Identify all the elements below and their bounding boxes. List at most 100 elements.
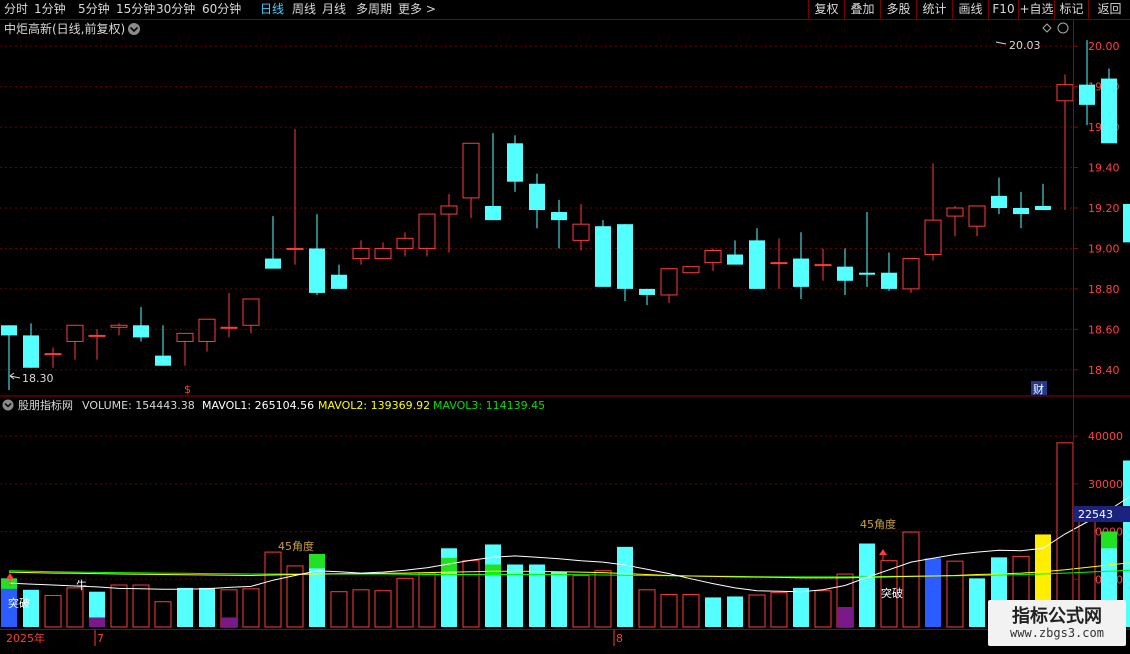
volume-bar-23[interactable] [507, 564, 523, 627]
price-tick-6: 18.80 [1088, 283, 1120, 296]
period-tab-10[interactable]: 更多 > [398, 0, 436, 19]
period-toolbar: 分时 1分钟 5分钟 15分钟 30分钟 60分钟 日线 周线 月线 多周期 更多 > 复权 叠加 多股… [0, 0, 1130, 20]
volume-bar-6[interactable] [132, 584, 150, 628]
candle-31[interactable] [682, 266, 700, 274]
candle-50[interactable] [1101, 68, 1117, 144]
volume-legend: 股朋指标网 VOLUME: 154443.38 MAVOL1: 265104.5… [18, 398, 545, 412]
volume-bar-30[interactable] [660, 594, 678, 628]
period-tab-3[interactable]: 15分钟 [116, 0, 155, 19]
annotation-angle-2: 45角度 [860, 517, 896, 531]
volume-bar-25[interactable] [551, 571, 567, 627]
volume-bar-27[interactable] [594, 570, 612, 628]
svg-text:20.03: 20.03 [1009, 39, 1041, 52]
volume-overlay-green-22 [485, 564, 501, 576]
toolbar-button-2[interactable]: 多股 [880, 0, 916, 19]
annotation-breakout-1: 突破 [8, 596, 30, 610]
volume-overlay-purple-4 [89, 617, 105, 627]
period-tab-8[interactable]: 月线 [322, 0, 346, 19]
current-volume-badge: 22543 [1074, 506, 1130, 522]
volume-bar-11[interactable] [242, 588, 260, 628]
chart-area[interactable]: 20.0019.8019.6019.4019.2019.0018.8018.60… [0, 20, 1130, 654]
toolbar-button-8[interactable]: 返回 [1088, 0, 1130, 19]
volume-bar-21[interactable] [462, 560, 480, 628]
volume-overlay-green-50 [1101, 531, 1117, 549]
volume-bar-7[interactable] [154, 601, 172, 628]
volume-bar-4[interactable] [89, 591, 105, 627]
toolbar-button-0[interactable]: 复权 [808, 0, 844, 19]
volume-bar-24[interactable] [529, 564, 545, 627]
volume-bar-26[interactable] [572, 574, 590, 628]
toolbar-button-7[interactable]: 标记 [1054, 0, 1088, 19]
volume-overlay-green-14 [309, 554, 325, 569]
volume-overlay-purple-10 [221, 617, 237, 627]
volume-bar-18[interactable] [396, 577, 414, 628]
period-tab-7[interactable]: 周线 [292, 0, 316, 19]
svg-text:22543: 22543 [1078, 508, 1113, 521]
period-tab-4[interactable]: 30分钟 [156, 0, 195, 19]
volume-bar-17[interactable] [374, 590, 392, 628]
volume-bar-41[interactable] [902, 531, 920, 628]
toolbar-button-6[interactable]: +自选 [1018, 0, 1054, 19]
watermark-logo: 指标公式网 www.zbgs3.com [988, 600, 1126, 646]
volume-bar-8[interactable] [177, 587, 193, 627]
volume-bar-37[interactable] [814, 590, 832, 628]
period-tab-6[interactable]: 日线 [260, 0, 284, 19]
finance-badge[interactable]: 财 [1031, 381, 1047, 396]
volume-tick-0: 40000 [1088, 430, 1123, 443]
annotation-bull: 牛 [76, 578, 87, 592]
candle-27[interactable] [595, 220, 611, 287]
volume-bar-34[interactable] [748, 594, 766, 628]
volume-bar-28[interactable] [617, 546, 633, 627]
toolbar-button-5[interactable]: F10 [988, 0, 1018, 19]
volume-bar-3[interactable] [66, 587, 84, 628]
period-tab-9[interactable]: 多周期 [356, 0, 392, 19]
volume-bar-38[interactable] [836, 573, 854, 628]
volume-bar-10[interactable] [220, 589, 238, 628]
price-tick-3: 19.40 [1088, 162, 1120, 175]
volume-bar-16[interactable] [352, 589, 370, 628]
svg-text:18.30: 18.30 [22, 372, 54, 385]
volume-bar-36[interactable] [793, 587, 809, 627]
volume-bar-14[interactable] [309, 554, 325, 627]
toolbar-button-1[interactable]: 叠加 [844, 0, 880, 19]
volume-bar-2[interactable] [44, 595, 62, 628]
volume-bar-43[interactable] [946, 560, 964, 628]
toolbar-button-3[interactable]: 统计 [916, 0, 952, 19]
price-tick-0: 20.00 [1088, 40, 1120, 53]
volume-bar-29[interactable] [638, 589, 656, 628]
volume-bar-32[interactable] [705, 597, 721, 627]
period-tab-0[interactable]: 分时 [4, 0, 28, 19]
volume-bar-19[interactable] [418, 572, 436, 628]
price-tick-4: 19.20 [1088, 202, 1120, 215]
candle-41[interactable] [902, 258, 920, 293]
volume-bar-31[interactable] [682, 594, 700, 628]
kline-chart[interactable]: 20.0019.8019.6019.4019.2019.0018.8018.60… [0, 20, 1130, 650]
annotation-breakout-2: 突破 [881, 586, 903, 600]
volume-bar-20[interactable] [441, 548, 457, 627]
period-tab-1[interactable]: 1分钟 [34, 0, 66, 19]
volume-bar-42[interactable] [925, 558, 941, 627]
volume-overlay-purple-38 [837, 606, 853, 627]
volume-bar-12[interactable] [264, 551, 282, 628]
dividend-marker[interactable]: $ [184, 383, 191, 396]
annotation-angle-1: 45角度 [278, 539, 314, 553]
volume-bar-39[interactable] [859, 543, 875, 627]
volume-bar-15[interactable] [330, 591, 348, 628]
volume-bar-5[interactable] [110, 584, 128, 628]
indicator-dropdown-icon[interactable] [2, 399, 14, 411]
price-tick-7: 18.60 [1088, 323, 1120, 336]
month-label-7: 7 [97, 632, 104, 645]
period-tab-2[interactable]: 5分钟 [78, 0, 110, 19]
volume-bar-35[interactable] [770, 592, 788, 628]
volume-tick-1: 30000 [1088, 478, 1123, 491]
volume-bar-9[interactable] [199, 587, 215, 627]
volume-bar-33[interactable] [727, 596, 743, 627]
stock-title: 中炬高新(日线,前复权) [4, 21, 125, 36]
toolbar-button-4[interactable]: 画线 [952, 0, 988, 19]
month-label-8: 8 [616, 632, 623, 645]
volume-bar-44[interactable] [969, 578, 985, 627]
period-tab-5[interactable]: 60分钟 [202, 0, 241, 19]
price-tick-5: 19.00 [1088, 242, 1120, 255]
title-dropdown-icon[interactable] [128, 23, 140, 35]
svg-text:财: 财 [1033, 382, 1044, 396]
